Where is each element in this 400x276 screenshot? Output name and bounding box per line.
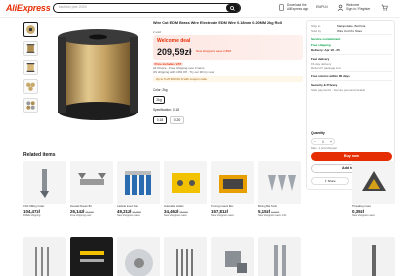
main-product-image[interactable] [52, 20, 144, 130]
related-items-title: Related items [23, 152, 56, 158]
thumbnail[interactable] [23, 60, 38, 75]
related-item-card[interactable] [211, 237, 254, 276]
related-item-card[interactable]: Carbide Insert Set 49,21zł71,95zł New sh… [117, 161, 160, 217]
related-item-card[interactable] [23, 237, 66, 276]
item-shipping: FREE shipping [23, 213, 41, 217]
divider [311, 54, 392, 55]
cart-icon[interactable] [381, 4, 388, 11]
item-shipping: Free shipping over [70, 213, 92, 217]
delivery-date: Delivery: Apr 18 - 25 [311, 48, 340, 52]
search-button[interactable] [226, 4, 240, 12]
thumbnail[interactable] [23, 22, 38, 37]
related-item-card[interactable]: Indexable Holder 34,46zł38,97zł New shop… [164, 161, 207, 217]
account-link[interactable]: Welcome Sign in / Register [346, 3, 374, 11]
product-image[interactable] [117, 161, 160, 204]
item-price-value: 157,81zł [211, 208, 228, 214]
product-image[interactable] [352, 161, 395, 204]
divider [311, 71, 392, 72]
thumbnail[interactable] [23, 98, 38, 113]
spec-option-018[interactable]: 0.18 [153, 116, 167, 124]
free-shipping: Free shipping [311, 43, 331, 47]
quantity-label: Quantity [311, 131, 325, 135]
download-app-link[interactable]: Download the AliExpress app [287, 3, 311, 11]
sold-count: 2 sold [153, 30, 162, 34]
share-button[interactable]: ⇪ Share [311, 177, 349, 185]
item-price-value: 49,21zł [117, 208, 132, 214]
deal-note: New shoppers save 2,85zł [196, 49, 232, 53]
phone-icon[interactable] [278, 4, 285, 11]
related-item-card[interactable] [258, 237, 301, 276]
related-item-card[interactable] [164, 237, 207, 276]
item-shipping: New shoppers save [164, 213, 187, 217]
item-shipping: New shoppers save 1,01 [258, 213, 287, 217]
divider [311, 80, 392, 81]
security-desc: Safe payments · Secure personal details [311, 88, 366, 92]
product-image[interactable] [23, 161, 66, 204]
item-price-value: 0,39zł [352, 208, 364, 214]
share-label: Share [327, 179, 336, 183]
related-item-card[interactable] [70, 237, 113, 276]
thumbnail[interactable] [23, 79, 38, 94]
ship-to-label: Ship to [311, 24, 321, 28]
top-header: AliExpress fashion pbe 2024 Download the… [0, 0, 400, 18]
welcome-deal-box: Welcome deal 209,59zł New shoppers save … [153, 35, 303, 60]
product-image[interactable] [258, 161, 301, 204]
buy-now-button[interactable]: Buy now [311, 152, 392, 161]
related-item-card[interactable]: Dovetail Router Bit 26,14zł34,67zł Free … [70, 161, 113, 217]
user-icon[interactable] [337, 4, 344, 11]
spec-option-020[interactable]: 0.20 [170, 116, 184, 124]
max-note: Max. 1 pcs/shopper [311, 146, 338, 150]
related-item-card[interactable]: Boring Bar Tools 5,15zł11,97zł New shopp… [258, 161, 301, 217]
aliexpress-logo[interactable]: AliExpress [6, 3, 51, 13]
related-item-card[interactable]: Threading Insert 0,39zł New shoppers sav… [352, 161, 395, 217]
quantity-value: 1 [322, 139, 324, 144]
quantity-stepper[interactable]: − 1 + [311, 138, 335, 145]
search-icon [230, 5, 235, 11]
item-price-value: 5,15zł [258, 208, 270, 214]
item-price-value: 34,46zł [164, 208, 179, 214]
related-item-card[interactable] [352, 237, 395, 276]
product-title: Wire Cut EDM Brass Wire Electrode EDM Wi… [153, 21, 282, 25]
item-shipping: New shoppers save [117, 213, 140, 217]
thumbnail-list [23, 22, 39, 117]
item-price-value: 26,14zł [70, 208, 85, 214]
deal-badge: Welcome deal [157, 38, 191, 44]
ship-to-value[interactable]: Malopolskie, Bochnia [337, 24, 365, 28]
thumbnail[interactable] [23, 41, 38, 56]
item-shipping: New shoppers save [211, 213, 234, 217]
promo-line: US shipping with 10% Off · Try our 3D tr… [153, 70, 215, 74]
related-item-card[interactable]: Turning Inserts Box 157,81zł New shopper… [211, 161, 254, 217]
related-item-card[interactable]: CNC Milling Cutter 104,47zł FREE shippin… [23, 161, 66, 217]
item-shipping: New shoppers save [352, 213, 375, 217]
minus-icon[interactable]: − [314, 140, 316, 144]
search-bar[interactable]: fashion pbe 2024 [53, 3, 241, 13]
coupon-banner[interactable]: Up to 5 off 300,00 zł with coupon code [153, 76, 303, 82]
store-link[interactable]: Wire Cut Pro Store [337, 29, 362, 33]
product-image[interactable] [211, 161, 254, 204]
fast-delivery: Fast delivery [311, 57, 330, 61]
product-image[interactable] [70, 161, 113, 204]
color-label: Color: 2kg [153, 88, 168, 92]
divider [311, 34, 392, 35]
security-privacy: Security & Privacy [311, 83, 338, 87]
search-input[interactable]: fashion pbe 2024 [59, 5, 87, 9]
fast-delivery-detail: Refund if package lost [311, 66, 341, 70]
plus-icon[interactable]: + [330, 140, 332, 144]
product-image[interactable] [164, 161, 207, 204]
locale-selector[interactable]: EN/PLN [316, 5, 328, 9]
service-commitment: Service commitment [311, 37, 341, 41]
product-price: 209,59zł [157, 47, 192, 57]
related-item-card[interactable] [117, 237, 160, 276]
spec-label: Specification: 0.18 [153, 108, 180, 112]
color-option[interactable]: 2kg [153, 96, 165, 104]
item-price-value: 104,47zł [23, 208, 40, 214]
free-returns: Free returns within 90 days [311, 74, 350, 78]
sold-by-label: Sold by [311, 29, 322, 33]
